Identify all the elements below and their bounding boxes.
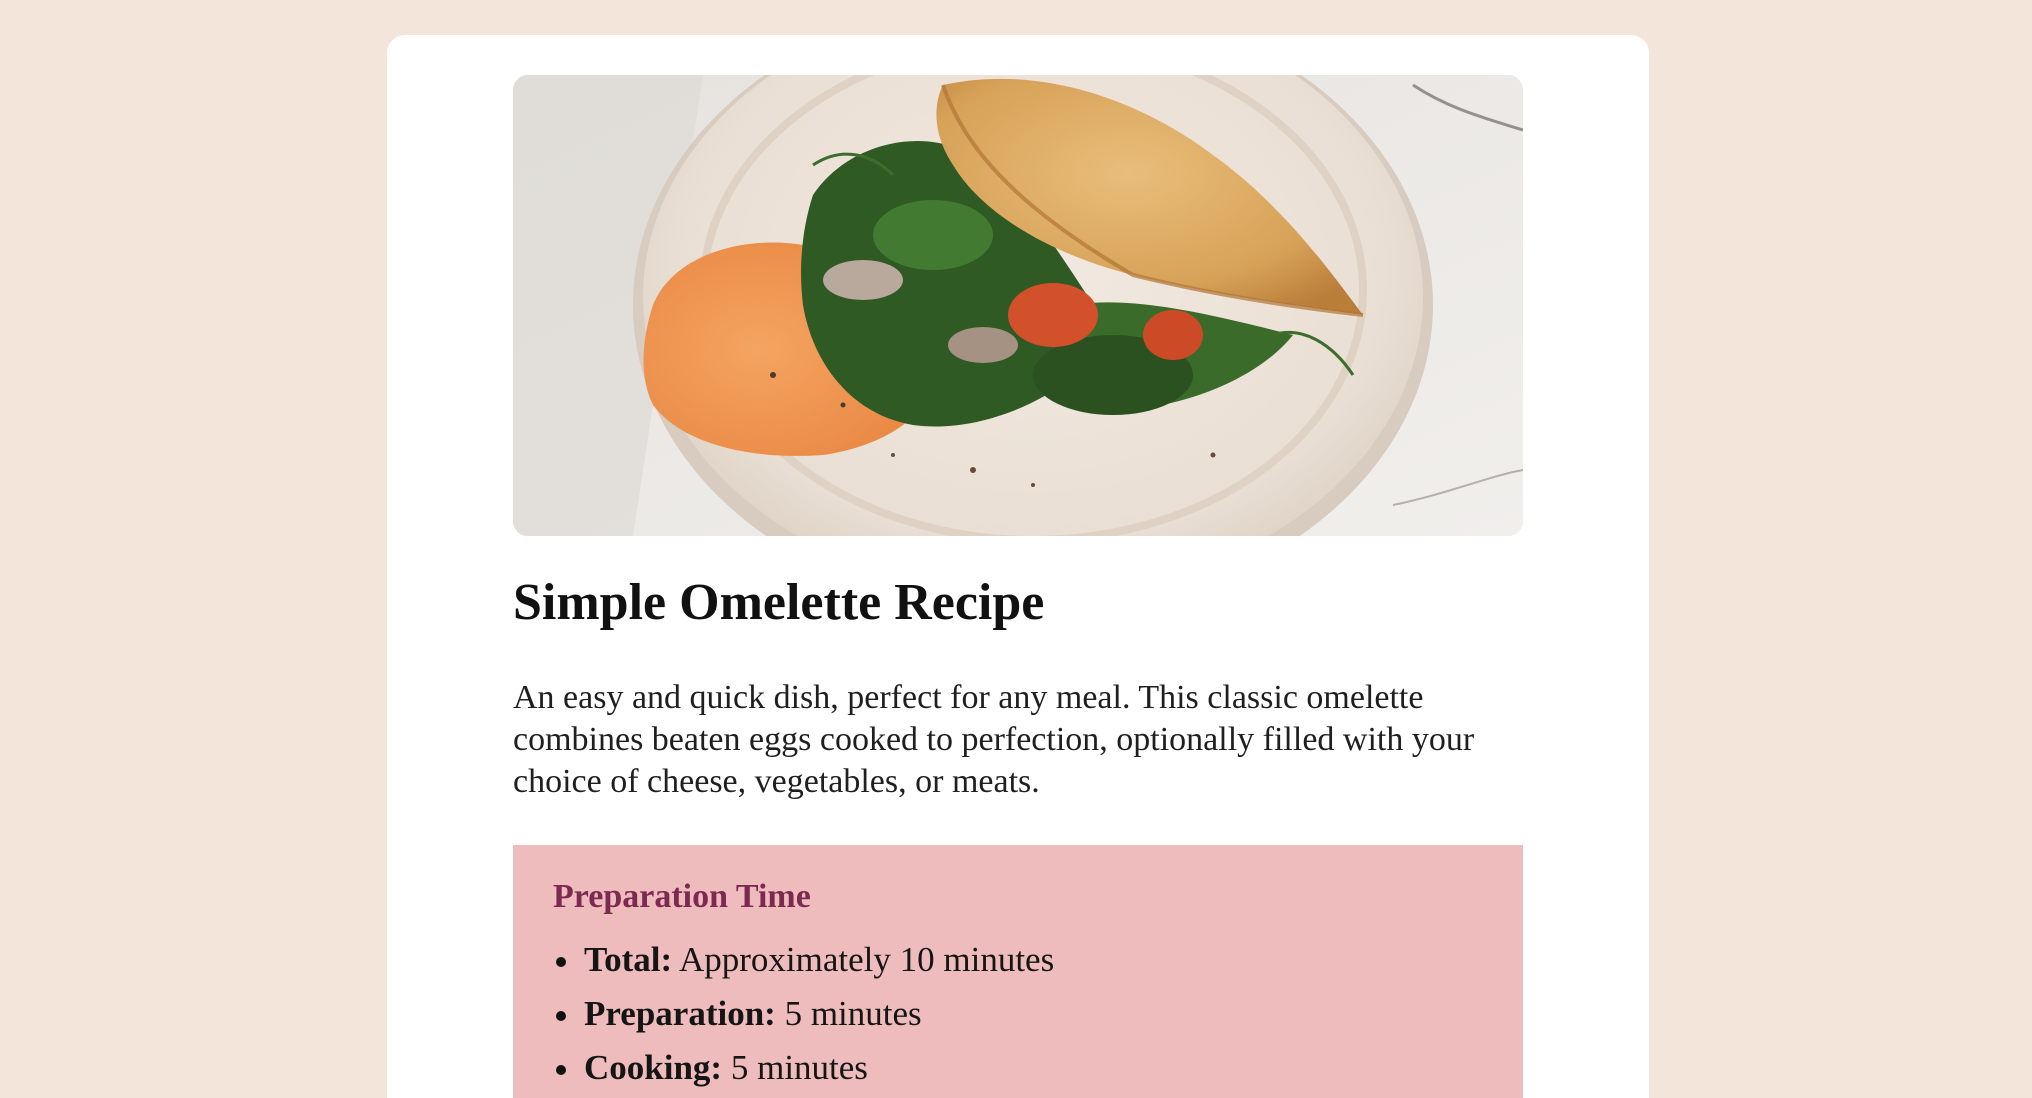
list-item-label: Cooking: (584, 1048, 723, 1087)
preparation-time-box: Preparation Time Total: Approximately 10… (513, 845, 1523, 1098)
preparation-time-heading: Preparation Time (553, 878, 811, 915)
bullet-icon (556, 1065, 566, 1075)
list-item: Cooking: 5 minutes (553, 1041, 1054, 1095)
list-item: Preparation: 5 minutes (553, 987, 1054, 1041)
recipe-title: Simple Omelette Recipe (513, 574, 1045, 631)
omelette-photo (513, 75, 1523, 536)
list-item-label: Total: (584, 940, 673, 979)
preparation-time-list: Total: Approximately 10 minutes Preparat… (553, 933, 1054, 1095)
list-item-label: Preparation: (584, 994, 776, 1033)
list-item: Total: Approximately 10 minutes (553, 933, 1054, 987)
bullet-icon (556, 1011, 566, 1021)
list-item-value: 5 minutes (775, 994, 922, 1033)
recipe-card: Simple Omelette Recipe An easy and quick… (387, 35, 1649, 1098)
list-item-value: 5 minutes (722, 1048, 868, 1087)
list-item-value: Approximately 10 minutes (672, 940, 1055, 979)
bullet-icon (556, 957, 566, 967)
recipe-intro: An easy and quick dish, perfect for any … (513, 679, 1475, 800)
